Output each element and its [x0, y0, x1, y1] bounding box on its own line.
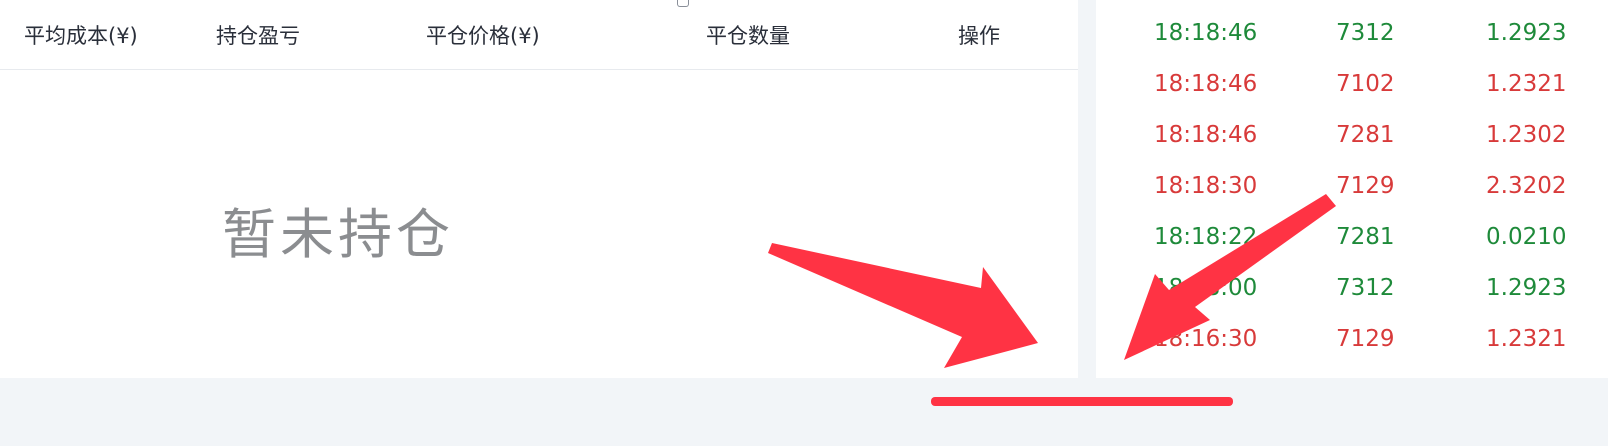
trade-quantity: 7102 — [1336, 71, 1395, 97]
trade-row: 18:18:46 7312 1.2923 — [1096, 14, 1608, 54]
trade-price: 0.0210 — [1486, 224, 1567, 250]
positions-panel: 平均成本(¥) 持仓盈亏 平仓价格(¥) 平仓数量 操作 暂未持仓 — [0, 0, 1078, 378]
trade-quantity: 7312 — [1336, 275, 1395, 301]
trade-time: 18:18:46 — [1154, 122, 1258, 148]
header-position-pnl: 持仓盈亏 — [216, 24, 300, 48]
trade-price: 2.3202 — [1486, 173, 1567, 199]
header-close-price: 平仓价格(¥) — [426, 24, 540, 48]
trade-row: 18:18:30 7129 2.3202 — [1096, 167, 1608, 207]
header-action: 操作 — [958, 24, 1000, 48]
trade-quantity: 7312 — [1336, 20, 1395, 46]
trade-price: 1.2923 — [1486, 20, 1567, 46]
trade-quantity: 7129 — [1336, 326, 1395, 352]
trade-time: 18:18:46 — [1154, 20, 1258, 46]
trades-list-panel: 18:18:46 7312 1.2923 18:18:46 7102 1.232… — [1096, 0, 1608, 378]
trade-price: 1.2923 — [1486, 275, 1567, 301]
trade-quantity: 7129 — [1336, 173, 1395, 199]
trade-quantity: 7281 — [1336, 122, 1395, 148]
trade-time: 18:18:00 — [1154, 275, 1258, 301]
trade-row: 18:18:00 7312 1.2923 — [1096, 269, 1608, 309]
trade-price: 1.2302 — [1486, 122, 1567, 148]
resize-handle[interactable] — [677, 0, 689, 7]
empty-positions-message: 暂未持仓 — [222, 203, 454, 266]
panel-divider — [1078, 0, 1096, 378]
trade-row: 18:18:46 7281 1.2302 — [1096, 116, 1608, 156]
trade-row: 18:18:46 7102 1.2321 — [1096, 65, 1608, 105]
header-average-cost: 平均成本(¥) — [24, 24, 138, 48]
annotation-underline — [931, 397, 1233, 406]
trade-time: 18:18:46 — [1154, 71, 1258, 97]
trade-price: 1.2321 — [1486, 326, 1567, 352]
trade-row: 18:18:22 7281 0.0210 — [1096, 218, 1608, 258]
trade-time: 18:18:30 — [1154, 173, 1258, 199]
trading-screen: 平均成本(¥) 持仓盈亏 平仓价格(¥) 平仓数量 操作 暂未持仓 18:18:… — [0, 0, 1608, 446]
header-close-quantity: 平仓数量 — [706, 24, 790, 48]
trade-time: 18:18:22 — [1154, 224, 1258, 250]
trade-row: 18:16:30 7129 1.2321 — [1096, 320, 1608, 360]
trade-quantity: 7281 — [1336, 224, 1395, 250]
trade-price: 1.2321 — [1486, 71, 1567, 97]
trade-time: 18:16:30 — [1154, 326, 1258, 352]
positions-table-header: 平均成本(¥) 持仓盈亏 平仓价格(¥) 平仓数量 操作 — [0, 0, 1078, 70]
